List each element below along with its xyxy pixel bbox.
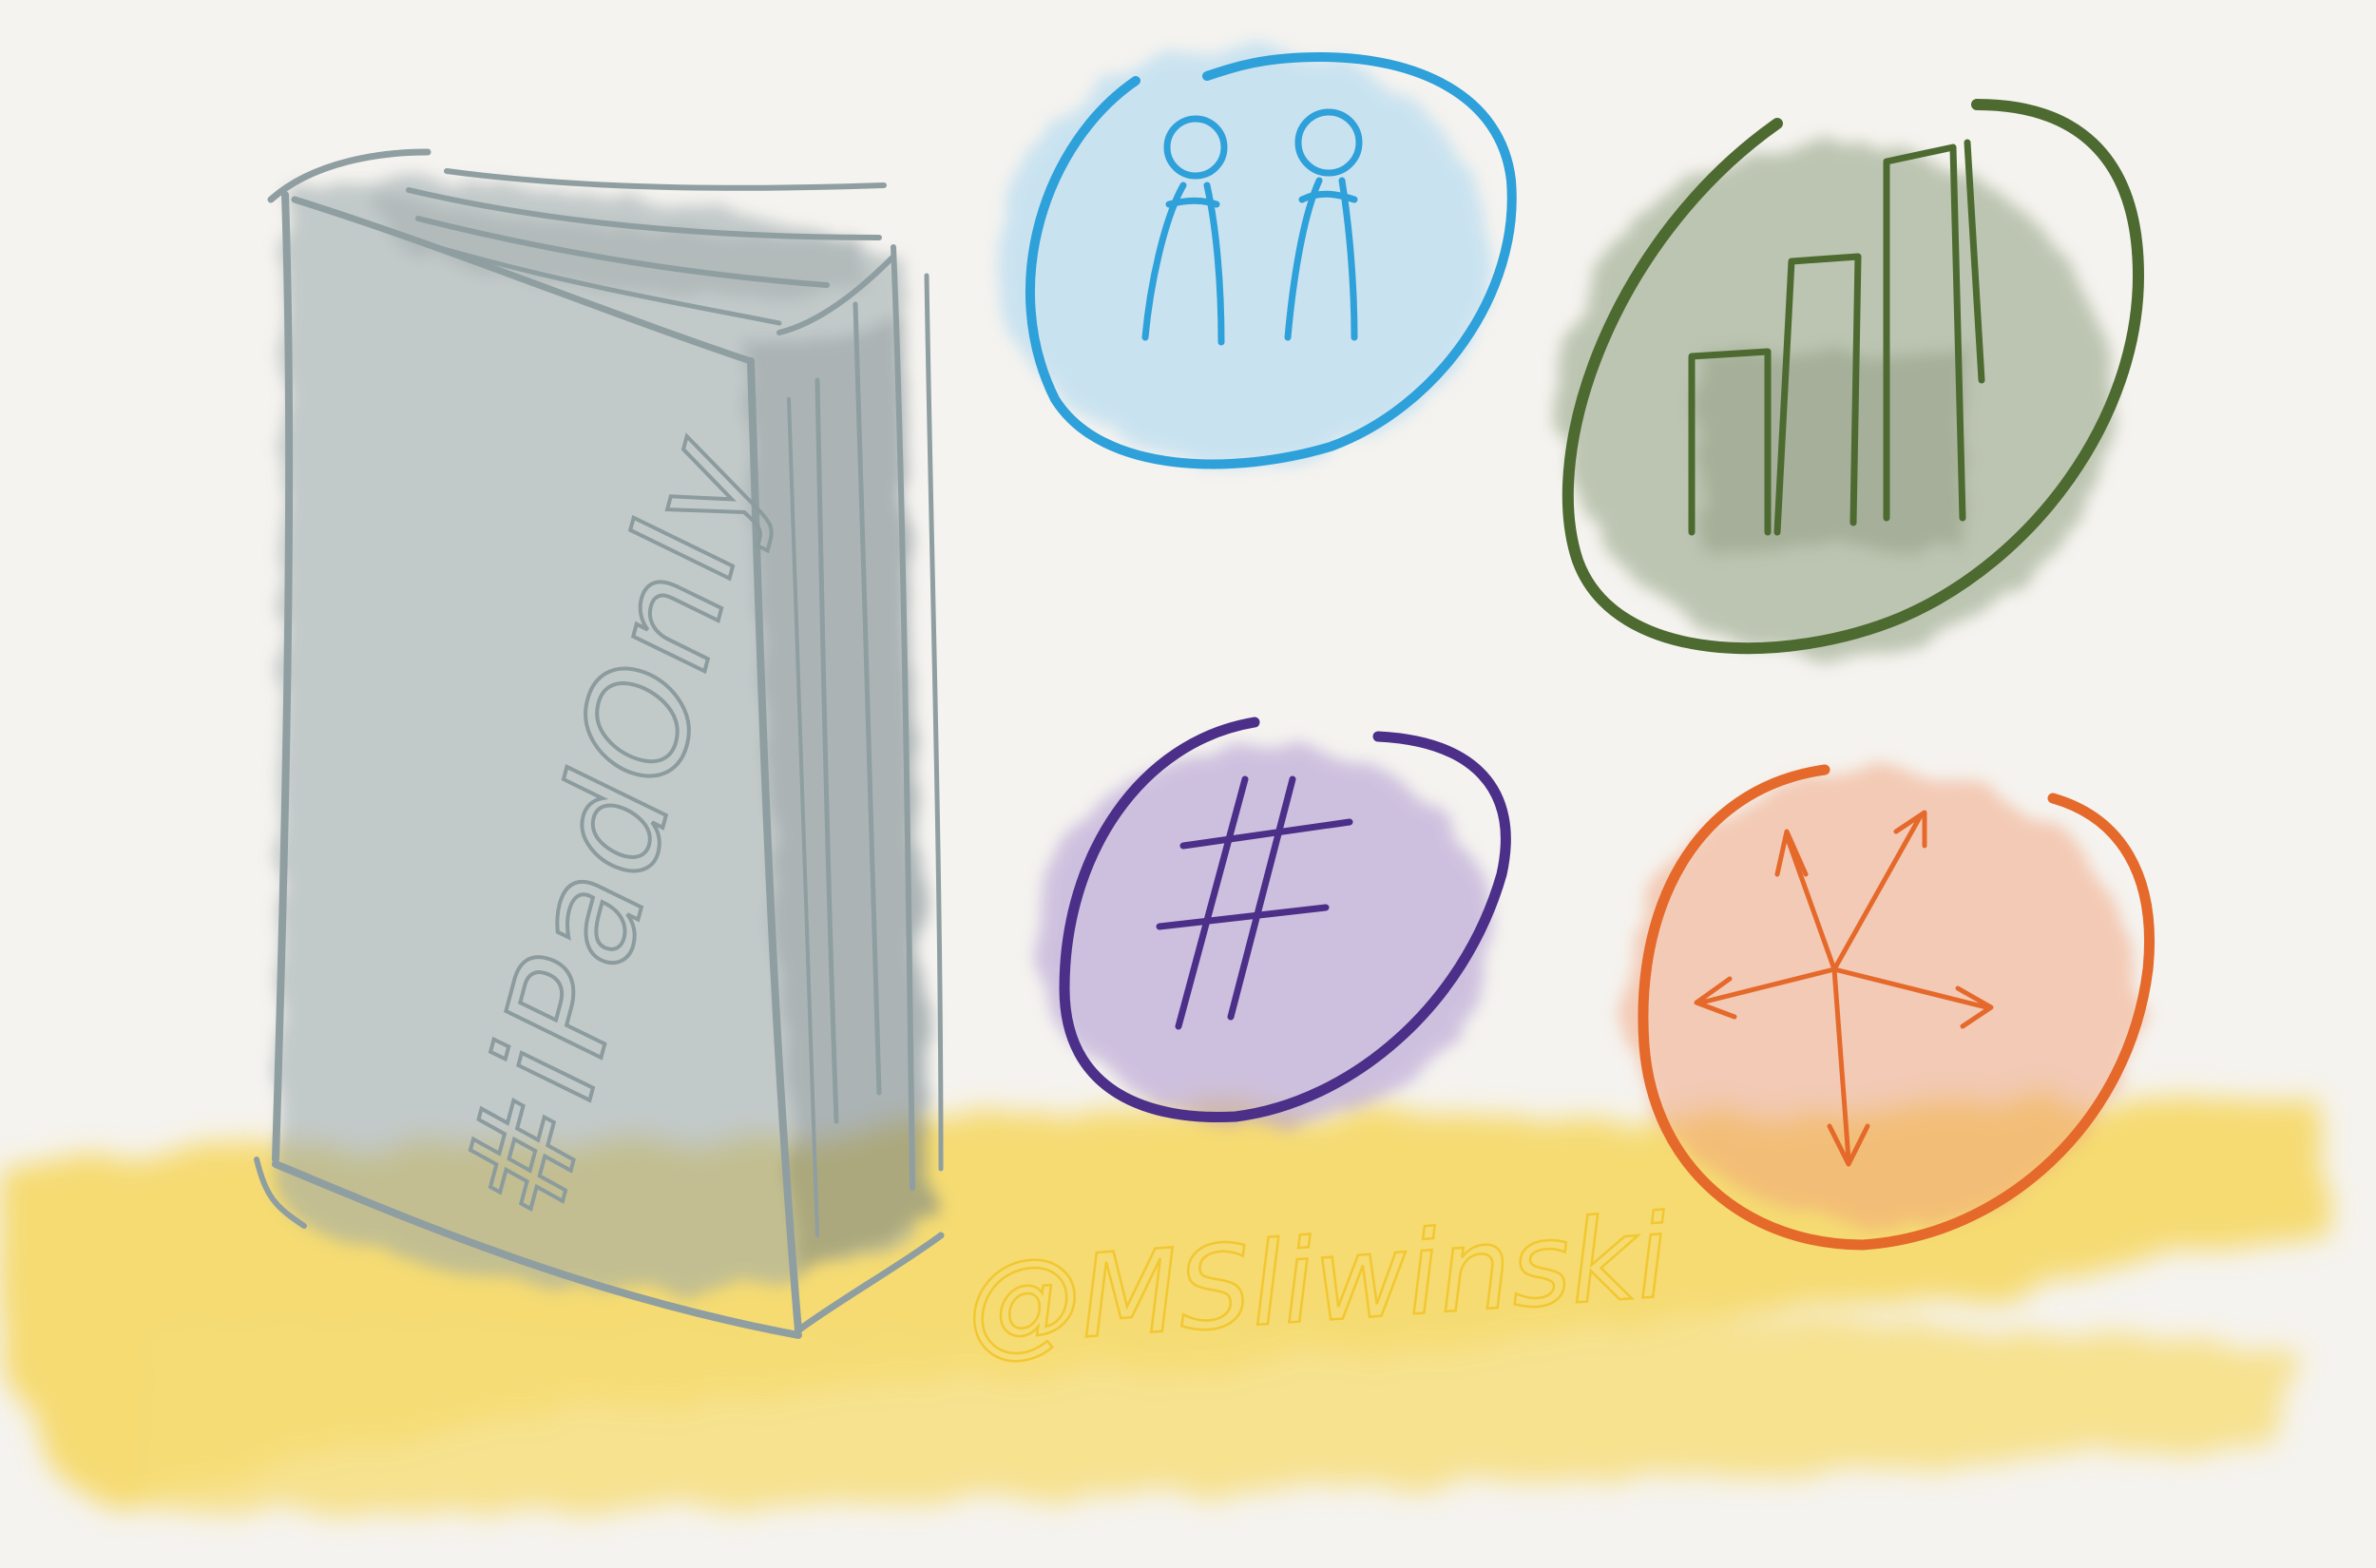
sketch-scene: #iPadOnly @MSliwinski bbox=[0, 48, 2319, 1516]
people-bubble bbox=[998, 48, 1517, 469]
illustration-canvas: #iPadOnly @MSliwinski bbox=[0, 0, 2376, 1568]
hashtag-bubble bbox=[1036, 717, 1511, 1126]
book-illustration: #iPadOnly bbox=[254, 148, 945, 1339]
chart-bubble bbox=[1559, 99, 2145, 656]
